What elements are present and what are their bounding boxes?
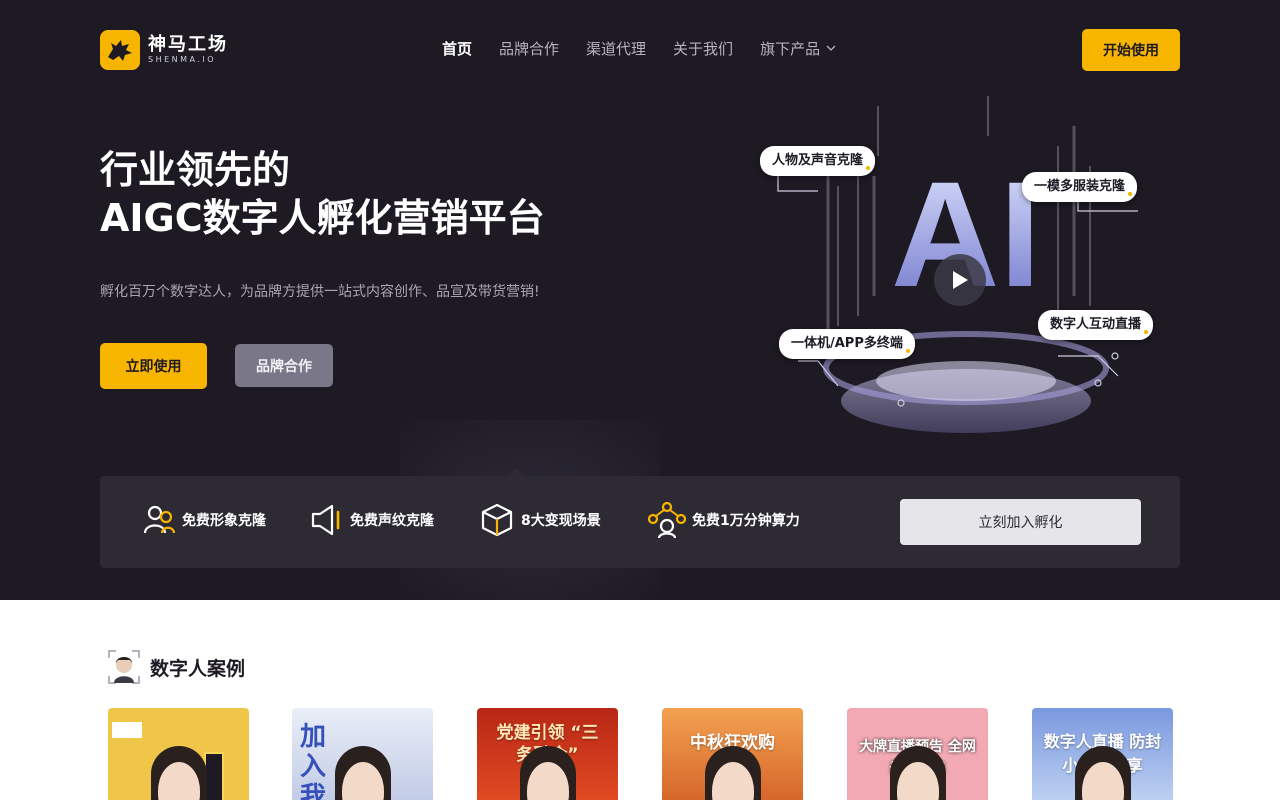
play-icon bbox=[953, 271, 968, 289]
join-incubation-button[interactable]: 立刻加入孵化 bbox=[900, 499, 1141, 545]
horse-logo-icon bbox=[100, 30, 140, 70]
brand-domain: SHENMA.IO bbox=[148, 55, 217, 64]
tag-live-stream: 数字人互动直播 bbox=[1038, 310, 1154, 340]
box-icon bbox=[481, 503, 513, 537]
avatar-icon bbox=[108, 650, 140, 684]
main-nav: 首页 品牌合作 渠道代理 关于我们 旗下产品 bbox=[442, 38, 863, 60]
feature-free-avatar-clone: 免费形象克隆 bbox=[142, 500, 266, 540]
speaker-icon bbox=[311, 504, 340, 536]
tag-person-voice-clone: 人物及声音克隆 bbox=[760, 146, 876, 176]
cases-section-title: 数字人案例 bbox=[108, 650, 245, 684]
hero-title-line2: AIGC数字人孵化营销平台 bbox=[100, 196, 545, 240]
play-video-button[interactable] bbox=[934, 254, 986, 306]
case-card[interactable]: 大牌直播预告 全网最低折扣 bbox=[847, 708, 988, 800]
logo[interactable]: 神马工场 SHENMA.IO bbox=[100, 30, 228, 70]
feature-free-voice-clone: 免费声纹克隆 bbox=[310, 500, 434, 540]
case-card[interactable]: 中秋狂欢购 bbox=[662, 708, 803, 800]
nav-home[interactable]: 首页 bbox=[442, 38, 472, 60]
case-card[interactable]: 数字人直播 防封小妙招分享 bbox=[1032, 708, 1173, 800]
network-icon bbox=[648, 501, 686, 539]
brand-name: 神马工场 bbox=[148, 34, 228, 55]
hero-section: 神马工场 SHENMA.IO 首页 品牌合作 渠道代理 关于我们 旗下产品 开始… bbox=[0, 0, 1280, 600]
nav-products[interactable]: 旗下产品 bbox=[760, 38, 836, 60]
tag-multi-terminal: 一体机/APP多终端 bbox=[779, 329, 915, 359]
tag-outfit-clone: 一模多服装克隆 bbox=[1022, 172, 1138, 202]
users-icon bbox=[143, 505, 176, 534]
feature-bar-notch bbox=[508, 468, 524, 476]
nav-channel-agent[interactable]: 渠道代理 bbox=[586, 38, 646, 60]
start-button[interactable]: 开始使用 bbox=[1082, 29, 1180, 71]
case-card[interactable]: 加入 我 bbox=[292, 708, 433, 800]
feature-monetization-scenes: 8大变现场景 bbox=[479, 500, 601, 540]
case-card[interactable] bbox=[108, 708, 249, 800]
feature-label: 免费声纹克隆 bbox=[350, 513, 434, 529]
feature-label: 8大变现场景 bbox=[521, 513, 601, 529]
hero-title-line1: 行业领先的 bbox=[100, 148, 291, 192]
nav-brand-cooperation[interactable]: 品牌合作 bbox=[499, 38, 559, 60]
feature-free-compute: 免费1万分钟算力 bbox=[648, 500, 800, 540]
use-now-button[interactable]: 立即使用 bbox=[100, 343, 207, 389]
chevron-down-icon bbox=[826, 38, 836, 60]
hero-title: 行业领先的 AIGC数字人孵化营销平台 bbox=[100, 146, 545, 242]
nav-products-label: 旗下产品 bbox=[760, 40, 821, 58]
case-logo-badge bbox=[112, 722, 142, 738]
case-card[interactable]: 党建引领 “三务融合” bbox=[477, 708, 618, 800]
case-sign bbox=[204, 752, 224, 800]
cases-title: 数字人案例 bbox=[150, 657, 246, 680]
hero-subtitle: 孵化百万个数字达人，为品牌方提供一站式内容创作、品宣及带货营销! bbox=[100, 284, 540, 300]
feature-label: 免费1万分钟算力 bbox=[692, 513, 800, 529]
nav-about-us[interactable]: 关于我们 bbox=[673, 38, 733, 60]
feature-label: 免费形象克隆 bbox=[182, 513, 266, 529]
brand-cooperation-button[interactable]: 品牌合作 bbox=[235, 344, 333, 387]
